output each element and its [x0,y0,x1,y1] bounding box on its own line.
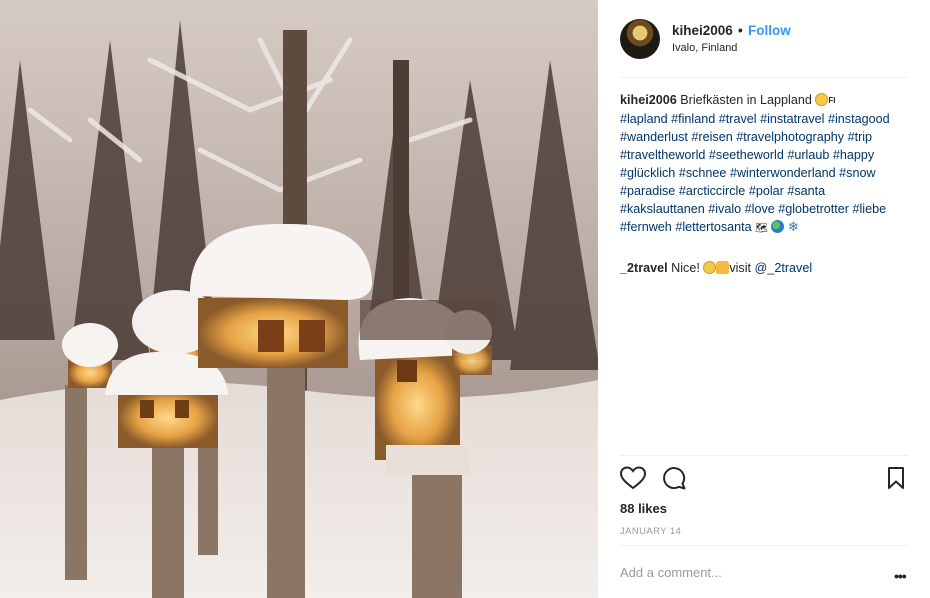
hashtag-link[interactable]: #love [745,202,775,216]
hashtag-link[interactable]: #arcticcircle [679,184,745,198]
caption-text: Briefkästen in Lappland [680,93,812,107]
snowy-birdhouses-image [0,0,598,598]
hashtag-link[interactable]: #kakslauttanen [620,202,705,216]
comment-mention-link[interactable]: @_2travel [755,261,813,275]
hashtag-link[interactable]: #globetrotter [778,202,849,216]
hashtag-link[interactable]: #winterwonderland [730,166,836,180]
hashtag-link[interactable]: #reisen [691,130,732,144]
hashtag-link[interactable]: #finland [671,112,715,126]
map-emoji-icon: 🗺 [755,223,768,234]
more-options-icon[interactable]: ••• [894,568,907,584]
bookmark-icon[interactable] [887,466,905,495]
finland-flag-icon: FI [828,96,836,105]
actions-divider [620,455,908,456]
hashtag-link[interactable]: #travelphotography [736,130,844,144]
snowflake-emoji-icon: ❄ [787,219,799,234]
avatar[interactable] [620,19,660,59]
hashtag-link[interactable]: #paradise [620,184,675,198]
heart-icon[interactable] [619,466,647,495]
location-link[interactable]: Ivalo, Finland [672,42,737,54]
hashtag-link[interactable]: #travel [719,112,757,126]
comment-username[interactable]: _2travel [620,261,668,275]
hashtag-link[interactable]: #wanderlust [620,130,688,144]
hashtag-link[interactable]: #fernweh [620,220,672,234]
post-side-panel: kihei2006 • Follow Ivalo, Finland kihei2… [598,0,930,598]
comment-text: Nice! [671,261,700,275]
smile-emoji-icon [703,261,717,274]
comment-bubble-icon[interactable] [662,466,686,495]
hashtag-link[interactable]: #seetheworld [709,148,784,162]
hashtag-link[interactable]: #liebe [852,202,886,216]
action-bar [619,466,908,495]
caption-username[interactable]: kihei2006 [620,93,677,107]
hashtag-link[interactable]: #glücklich [620,166,675,180]
follow-button[interactable]: Follow [748,23,791,38]
hashtag-link[interactable]: #traveltheworld [620,148,705,162]
hashtag-list: #lapland #finland #travel #instatravel #… [620,112,890,234]
hashtag-link[interactable]: #santa [787,184,825,198]
header-divider [620,77,908,78]
hashtag-link[interactable]: #lapland [620,112,668,126]
post-date[interactable]: JANUARY 14 [620,526,681,537]
thumbs-up-emoji-icon [716,261,730,274]
grinning-sweat-emoji-icon [815,93,829,106]
likes-count[interactable]: 88 likes [620,501,667,516]
post-caption: kihei2006 Briefkästen in Lappland FI #la… [620,91,912,238]
hashtag-link[interactable]: #ivalo [708,202,741,216]
post-photo[interactable] [0,0,598,598]
header-separator: • [738,23,743,38]
globe-emoji-icon [771,220,785,233]
hashtag-link[interactable]: #urlaub [787,148,829,162]
hashtag-link[interactable]: #trip [848,130,873,144]
hashtag-link[interactable]: #schnee [679,166,727,180]
hashtag-link[interactable]: #instatravel [760,112,824,126]
header-username[interactable]: kihei2006 [672,23,733,38]
hashtag-link[interactable]: #snow [839,166,875,180]
instagram-post: kihei2006 • Follow Ivalo, Finland kihei2… [0,0,930,598]
comment-divider [620,545,908,546]
hashtag-link[interactable]: #polar [749,184,784,198]
comment-row: _2travel Nice! visit @_2travel [620,259,912,277]
hashtag-link[interactable]: #lettertosanta [675,220,751,234]
add-comment-input[interactable] [620,565,870,580]
hashtag-link[interactable]: #happy [833,148,874,162]
hashtag-link[interactable]: #instagood [828,112,890,126]
post-header: kihei2006 • Follow Ivalo, Finland [620,17,908,61]
comment-visit-text: visit [729,261,752,275]
